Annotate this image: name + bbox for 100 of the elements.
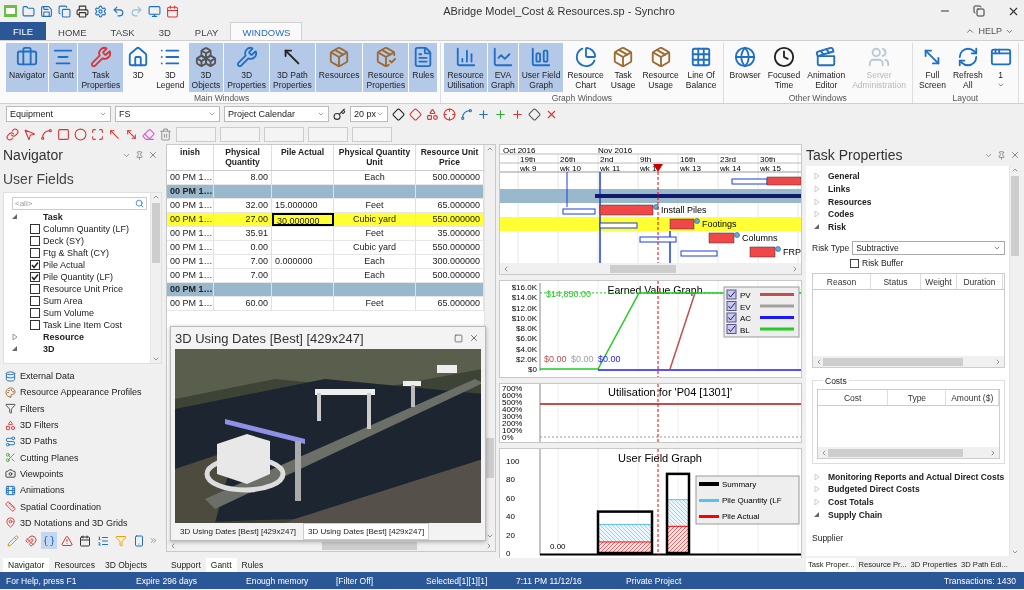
ribbon-button[interactable]: Gantt: [49, 43, 78, 92]
dropdown[interactable]: 20 px: [350, 106, 388, 122]
section-header[interactable]: Risk: [828, 222, 846, 233]
tree-item[interactable]: Pile Actual: [43, 260, 86, 270]
table-cell: Cubic yard: [334, 213, 416, 226]
ribbon-tab[interactable]: WINDOWS: [230, 22, 303, 40]
ribbon-button[interactable]: Task Properties: [78, 43, 124, 92]
column-header[interactable]: Amount ($): [946, 390, 999, 406]
section-header[interactable]: Supply Chain: [828, 509, 883, 520]
table-row[interactable]: 00 PM 1… 32.00 15.000000 Feet 65.000000: [167, 199, 484, 213]
column-header[interactable]: Duration: [957, 274, 1003, 290]
view-tab[interactable]: 3D Using Dates [Best] [429x247]: [175, 523, 302, 540]
table-row[interactable]: 00 PM 1… 27.00 30.000000 Cubic yard 550.000000: [167, 213, 484, 227]
ribbon-button[interactable]: Focused Time: [764, 43, 804, 92]
ribbon-button[interactable]: Resource Utilisation: [444, 43, 488, 92]
ribbon-button[interactable]: 3D Path Properties: [270, 43, 315, 92]
navigator-item[interactable]: Resource Appearance Profiles: [5, 384, 162, 401]
section-header[interactable]: Budgeted Direct Costs: [828, 484, 920, 495]
ribbon-button[interactable]: Browser: [726, 43, 764, 92]
ribbon-button[interactable]: Resource Usage: [639, 43, 682, 92]
table-row[interactable]: 00 PM 1… 60.00 Feet 65.000000: [167, 297, 484, 311]
panel-tab[interactable]: Resources: [49, 558, 101, 572]
ribbon-button[interactable]: 3D Legend: [153, 43, 188, 92]
section-header[interactable]: Cost Totals: [828, 497, 874, 508]
ribbon-button[interactable]: 1: [986, 43, 1015, 92]
panel-tab[interactable]: Gantt: [205, 558, 237, 572]
tree-item[interactable]: Sum Volume: [43, 308, 95, 318]
ribbon-tab[interactable]: PLAY: [182, 22, 231, 40]
table-row[interactable]: 00 PM 1… 35.91 Feet 35.000000: [167, 227, 484, 241]
ribbon-button[interactable]: Navigator: [6, 43, 49, 92]
tree-item[interactable]: Deck (SY): [43, 236, 84, 246]
tree-item[interactable]: Ftg & Shaft (CY): [43, 248, 110, 258]
ribbon-button[interactable]: Resource Chart: [564, 43, 607, 92]
navigator-item[interactable]: Viewpoints: [5, 465, 162, 483]
tree-item[interactable]: Task Line Item Cost: [43, 320, 123, 330]
table-row[interactable]: 00 PM 1… 7.00 Each 500.000000: [167, 269, 484, 283]
ribbon-button[interactable]: Resources: [315, 43, 363, 92]
ribbon-button[interactable]: User Field Graph: [518, 43, 564, 92]
navigator-item[interactable]: External Data: [5, 368, 162, 385]
column-header[interactable]: Weight: [921, 274, 957, 290]
risk-type-select[interactable]: Subtractive: [852, 241, 1005, 256]
ribbon-button[interactable]: Resource Properties: [363, 43, 409, 92]
section-header[interactable]: Resources: [828, 196, 872, 207]
column-header[interactable]: Reason: [813, 274, 871, 290]
column-header[interactable]: Status: [871, 274, 921, 290]
ribbon-tab[interactable]: 3D: [146, 22, 183, 40]
ribbon-tab[interactable]: TASK: [98, 22, 147, 40]
ribbon-tab[interactable]: FILE: [0, 22, 47, 40]
ribbon-button[interactable]: 3D Objects: [188, 43, 224, 92]
navigator-item[interactable]: 3D Filters: [5, 416, 162, 434]
navigator-item[interactable]: Animations: [5, 482, 162, 499]
ribbon-button[interactable]: 3D Properties: [224, 43, 270, 92]
section-header[interactable]: Codes: [828, 209, 854, 220]
navigator-item[interactable]: Filters: [5, 400, 162, 417]
ribbon-button[interactable]: 3D: [124, 43, 153, 92]
dropdown[interactable]: Project Calendar: [224, 106, 329, 122]
help-button[interactable]: HELP: [965, 22, 1024, 40]
table-row[interactable]: 00 PM 1…: [167, 283, 484, 297]
tree-item[interactable]: 3D: [43, 344, 55, 354]
table-row[interactable]: 00 PM 1… 8.00 Each 500.000000: [167, 171, 484, 185]
column-header[interactable]: Physical Quantity Unit: [334, 145, 416, 170]
navigator-item[interactable]: 3D Paths: [5, 433, 162, 450]
ribbon-tab[interactable]: HOME: [46, 22, 99, 40]
tree-item[interactable]: Resource: [43, 332, 85, 342]
tree-item[interactable]: Column Quantity (LF): [43, 224, 130, 234]
view-tab[interactable]: 3D Using Dates [Best] [429x247]: [303, 523, 430, 540]
section-header[interactable]: General: [828, 171, 860, 182]
column-header[interactable]: Cost: [818, 390, 889, 406]
column-header[interactable]: Pile Actual: [272, 145, 334, 170]
week-label: wk 1: [640, 163, 657, 173]
panel-tab[interactable]: Support: [166, 558, 206, 572]
ribbon-button[interactable]: Line Of Balance: [682, 43, 720, 92]
ribbon-button[interactable]: EVA Graph: [488, 43, 518, 92]
dropdown[interactable]: FS: [115, 106, 220, 122]
navigator-item[interactable]: Cutting Planes: [5, 449, 162, 466]
ribbon-button[interactable]: Rules: [409, 43, 438, 92]
column-header[interactable]: Type: [888, 390, 947, 406]
table-row[interactable]: 00 PM 1… 0.00 Cubic yard 550.000000: [167, 241, 484, 255]
navigator-item[interactable]: Spatial Coordination: [5, 498, 162, 515]
panel-tab[interactable]: Navigator: [3, 558, 50, 572]
tree-item[interactable]: Resource Unit Price: [43, 284, 124, 294]
section-header[interactable]: Links: [828, 184, 851, 195]
section-header[interactable]: Monitoring Reports and Actual Direct Costs: [828, 471, 1005, 482]
column-header[interactable]: Physical Quantity: [214, 145, 272, 170]
column-header[interactable]: inish: [167, 145, 214, 170]
table-row[interactable]: 00 PM 1… 7.00 0.000000 Each 300.000000: [167, 255, 484, 269]
tree-item[interactable]: Task: [43, 212, 63, 222]
panel-tab[interactable]: 3D Objects: [100, 558, 153, 572]
ribbon-button[interactable]: Full Screen: [916, 43, 949, 92]
tree-item[interactable]: Sum Area: [43, 296, 83, 306]
table-row[interactable]: 00 PM 1…: [167, 185, 484, 199]
ribbon-button[interactable]: Refresh All: [949, 43, 986, 92]
dropdown[interactable]: Equipment: [6, 106, 111, 122]
panel-tab[interactable]: Rules: [236, 558, 269, 572]
navigator-item[interactable]: 3D Notations and 3D Grids: [5, 514, 162, 531]
tree-item[interactable]: Pile Quantity (LF): [43, 272, 114, 282]
group-label: Costs: [823, 376, 849, 387]
day-label: 19th: [520, 154, 536, 164]
ribbon-button[interactable]: Animation Editor: [804, 43, 849, 92]
ribbon-button[interactable]: Task Usage: [607, 43, 639, 92]
